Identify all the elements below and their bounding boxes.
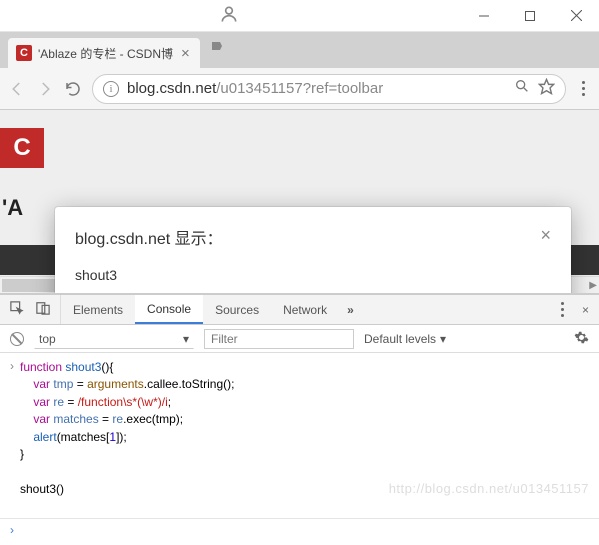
watermark-text: http://blog.csdn.net/u013451157 xyxy=(389,481,589,496)
favicon: C xyxy=(16,45,32,61)
new-tab-button[interactable] xyxy=(210,39,222,61)
tab-console[interactable]: Console xyxy=(135,295,203,324)
scroll-arrow-right[interactable]: ▶ xyxy=(589,280,597,291)
url-text: blog.csdn.net/u013451157?ref=toolbar xyxy=(127,80,506,97)
tab-close-icon[interactable]: × xyxy=(179,45,192,62)
tab-network[interactable]: Network xyxy=(271,295,339,324)
inspect-element-icon[interactable] xyxy=(10,301,24,318)
site-info-icon[interactable]: i xyxy=(103,81,119,97)
forward-button[interactable] xyxy=(36,80,54,98)
browser-tab[interactable]: C 'Ablaze 的专栏 - CSDN博 × xyxy=(8,38,200,68)
tab-elements[interactable]: Elements xyxy=(61,295,135,324)
device-toolbar-icon[interactable] xyxy=(36,301,50,318)
clear-console-icon[interactable] xyxy=(10,332,24,346)
minimize-button[interactable] xyxy=(461,0,507,32)
console-prompt-icon: › xyxy=(10,359,14,498)
context-label: top xyxy=(39,332,56,346)
bookmark-star-icon[interactable] xyxy=(538,78,555,100)
context-selector[interactable]: top ▾ xyxy=(34,329,194,349)
log-levels-selector[interactable]: Default levels ▾ xyxy=(364,332,446,346)
javascript-alert-dialog: blog.csdn.net 显示： × shout3 确定 xyxy=(55,207,571,293)
levels-label: Default levels xyxy=(364,332,436,346)
devtools-close-icon[interactable]: × xyxy=(582,303,589,317)
zoom-icon[interactable] xyxy=(514,78,530,99)
dialog-close-icon[interactable]: × xyxy=(540,225,551,246)
console-settings-icon[interactable] xyxy=(574,330,589,348)
page-heading: 'A xyxy=(2,195,23,221)
tabs-overflow-icon[interactable]: » xyxy=(339,295,362,324)
back-button[interactable] xyxy=(8,80,26,98)
filter-input[interactable] xyxy=(204,329,354,349)
account-icon[interactable] xyxy=(219,4,243,28)
tab-sources[interactable]: Sources xyxy=(203,295,271,324)
tab-title: 'Ablaze 的专栏 - CSDN博 xyxy=(38,45,173,62)
devtools-menu-icon[interactable] xyxy=(555,302,570,317)
maximize-button[interactable] xyxy=(507,0,553,32)
csdn-logo: C xyxy=(0,128,44,168)
console-input-prompt-icon: › xyxy=(10,523,14,537)
dialog-message: shout3 xyxy=(75,267,551,283)
chevron-down-icon: ▾ xyxy=(183,332,189,346)
console-code: function shout3(){ var tmp = arguments.c… xyxy=(20,359,234,498)
dialog-title: blog.csdn.net 显示： xyxy=(75,225,223,249)
chevron-down-icon: ▾ xyxy=(440,332,446,346)
address-bar[interactable]: i blog.csdn.net/u013451157?ref=toolbar xyxy=(92,74,566,104)
close-window-button[interactable] xyxy=(553,0,599,32)
reload-button[interactable] xyxy=(64,80,82,98)
browser-menu-button[interactable] xyxy=(576,81,591,96)
